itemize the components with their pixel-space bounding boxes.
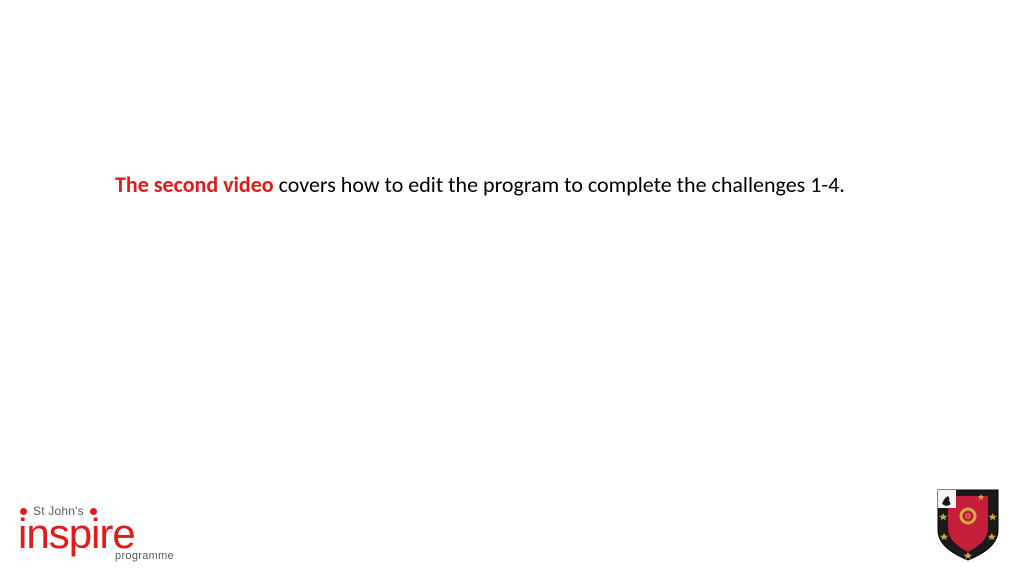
logo-inspire-word: inspire [18, 516, 178, 552]
college-crest-icon [936, 488, 1000, 562]
inspire-programme-logo: St John's inspire programme [18, 504, 178, 562]
slide-body-text: The second video covers how to edit the … [115, 170, 909, 201]
body-continuation: covers how to edit the program to comple… [274, 171, 845, 198]
highlight-phrase: The second video [115, 171, 274, 198]
